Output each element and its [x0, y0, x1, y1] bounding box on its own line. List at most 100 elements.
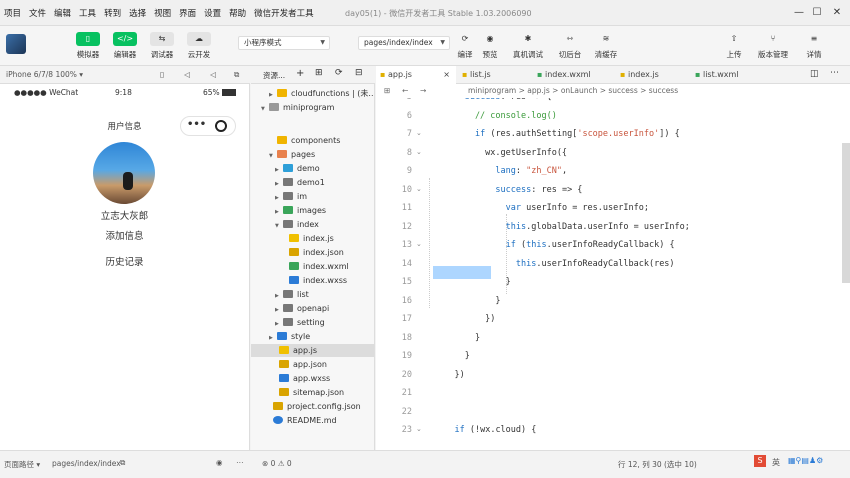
fold-chevron-icon[interactable]: ⌄: [416, 129, 422, 137]
back-arrow-icon[interactable]: ←: [402, 84, 408, 98]
maximize-icon[interactable]: ☐: [810, 6, 824, 20]
tree-item-readme[interactable]: README.md: [273, 414, 337, 427]
menu-select[interactable]: 选择: [125, 7, 150, 19]
more-actions-icon[interactable]: ⋯: [830, 68, 839, 78]
menu-tools[interactable]: 工具: [75, 7, 100, 19]
tree-item-demo[interactable]: ▶ demo: [275, 162, 320, 175]
code-line: if (this.userInfoReadyCallback) {: [505, 240, 675, 250]
sound-icon[interactable]: ◁: [184, 66, 190, 84]
tree-item-demo1[interactable]: ▶ demo1: [275, 176, 325, 189]
more-icon[interactable]: ⋯: [236, 458, 244, 467]
folder-icon: [283, 318, 293, 326]
minimize-icon[interactable]: —: [792, 6, 806, 20]
tree-item-index-js[interactable]: index.js: [289, 232, 334, 245]
tree-item-im[interactable]: ▶ im: [275, 190, 307, 203]
menu-wechat-devtools[interactable]: 微信开发者工具: [250, 7, 318, 19]
cloud-button[interactable]: ☁ 云开发: [181, 32, 217, 60]
ime-lang-icon[interactable]: 英: [772, 457, 780, 468]
info-icon: [273, 416, 283, 424]
capsule-menu[interactable]: •••: [180, 116, 236, 136]
problems-count[interactable]: ⊗ 0 ⚠ 0: [262, 459, 292, 468]
tree-item-pages[interactable]: ▼ pages: [269, 148, 315, 161]
breadcrumb-path[interactable]: miniprogram > app.js > onLaunch > succes…: [468, 84, 678, 98]
menu-settings[interactable]: 设置: [200, 7, 225, 19]
split-editor-icon[interactable]: ◫: [810, 69, 819, 79]
history-link[interactable]: 历史记录: [0, 254, 249, 268]
editor-scrollbar[interactable]: [842, 143, 850, 283]
mode-select[interactable]: 小程序模式 ▼: [238, 36, 330, 50]
new-folder-icon[interactable]: ⊞: [315, 68, 323, 78]
cursor-position[interactable]: 行 12, 列 30 (选中 10): [618, 459, 697, 470]
eye-icon[interactable]: ◉: [216, 458, 223, 467]
menu-goto[interactable]: 转到: [100, 7, 125, 19]
tree-item-sitemap-json[interactable]: sitemap.json: [279, 386, 344, 399]
menu-project[interactable]: 项目: [0, 7, 25, 19]
tree-item-openapi[interactable]: ▶ openapi: [275, 302, 329, 315]
fold-chevron-icon[interactable]: ⌄: [416, 185, 422, 193]
remote-debug-button[interactable]: ✱ 真机调试: [510, 32, 546, 60]
version-button[interactable]: ⑂ 版本管理: [755, 32, 791, 60]
fold-chevron-icon[interactable]: ⌄: [416, 425, 422, 433]
add-icon[interactable]: +: [296, 68, 304, 79]
tree-item-index-json[interactable]: index.json: [289, 246, 344, 259]
tree-item-cloudfunctions[interactable]: ▶ cloudfunctions | (未...: [269, 87, 374, 100]
menu-interface[interactable]: 界面: [175, 7, 200, 19]
tree-item-list[interactable]: ▶ list: [275, 288, 309, 301]
copy-icon[interactable]: ⧉: [120, 458, 125, 468]
more-icon[interactable]: •••: [187, 119, 206, 130]
line-number: 11: [401, 203, 412, 213]
refresh-icon[interactable]: ⟳: [335, 68, 343, 78]
back-icon[interactable]: ◁: [210, 66, 216, 84]
tree-item-app-json[interactable]: app.json: [279, 358, 327, 371]
menu-file[interactable]: 文件: [25, 7, 50, 19]
tab-index-wxml[interactable]: ▪ index.wxml: [533, 66, 613, 84]
code-line: }: [434, 295, 501, 306]
tab-list-wxml[interactable]: ▪ list.wxml: [691, 66, 766, 84]
menu-edit[interactable]: 编辑: [50, 7, 75, 19]
ime-logo-icon[interactable]: S: [754, 455, 766, 467]
tree-item-setting[interactable]: ▶ setting: [275, 316, 325, 329]
tree-item-style[interactable]: ▶ style: [269, 330, 310, 343]
close-icon[interactable]: ×: [443, 66, 450, 84]
nav-back-icon[interactable]: ⊞: [384, 84, 390, 98]
preview-button[interactable]: ◉ 预览: [472, 32, 508, 60]
tree-item-index[interactable]: ▼ index: [275, 218, 319, 231]
add-info-link[interactable]: 添加信息: [0, 228, 249, 242]
page-path-label[interactable]: 页面路径 ▾: [4, 459, 40, 470]
tab-app-js[interactable]: ▪ app.js ×: [376, 66, 456, 84]
tab-index-js[interactable]: ▪ index.js: [616, 66, 691, 84]
menu-view[interactable]: 视图: [150, 7, 175, 19]
tab-list-js[interactable]: ▪ list.js: [458, 66, 528, 84]
detach-icon[interactable]: ⧉: [234, 66, 239, 84]
clear-cache-button[interactable]: ≋ 清缓存: [588, 32, 624, 60]
avatar[interactable]: [6, 34, 26, 54]
debugger-button[interactable]: ⇆ 调试器: [144, 32, 180, 60]
code-editor[interactable]: 5 success: res => {6 // console.log()7⌄ …: [376, 98, 850, 450]
menu-help[interactable]: 帮助: [225, 7, 250, 19]
forward-arrow-icon[interactable]: →: [420, 84, 426, 98]
exit-icon[interactable]: [215, 120, 227, 132]
details-button[interactable]: ≡ 详情: [796, 32, 832, 60]
tree-item-miniprogram[interactable]: ▼ miniprogram: [261, 101, 334, 114]
tree-item-project-config[interactable]: project.config.json: [273, 400, 361, 413]
backend-button[interactable]: ⇿ 切后台: [552, 32, 588, 60]
close-icon[interactable]: ✕: [830, 6, 844, 20]
ime-toolbar-icon[interactable]: ▦⚲▤♟⚙: [788, 456, 823, 465]
folder-icon: [283, 206, 293, 214]
tree-item-components[interactable]: components: [269, 134, 340, 147]
compile-page-select[interactable]: pages/index/index ▼: [358, 36, 450, 50]
tree-item-app-js[interactable]: app.js: [251, 344, 374, 357]
json-file-icon: [273, 402, 283, 410]
upload-button[interactable]: ⇧ 上传: [716, 32, 752, 60]
device-select[interactable]: iPhone 6/7/8 100% ▾: [6, 70, 83, 79]
fold-chevron-icon[interactable]: ⌄: [416, 148, 422, 156]
tree-item-index-wxml[interactable]: index.wxml: [289, 260, 349, 273]
tree-item-app-wxss[interactable]: app.wxss: [279, 372, 330, 385]
collapse-icon[interactable]: ⊟: [355, 68, 363, 78]
simulator-button[interactable]: ▯ 模拟器: [70, 32, 106, 60]
tree-item-images[interactable]: ▶ images: [275, 204, 326, 217]
editor-button[interactable]: </> 编辑器: [107, 32, 143, 60]
fold-chevron-icon[interactable]: ⌄: [416, 240, 422, 248]
tree-item-index-wxss[interactable]: index.wxss: [289, 274, 347, 287]
phone-rotate-icon[interactable]: ▯: [160, 66, 164, 84]
